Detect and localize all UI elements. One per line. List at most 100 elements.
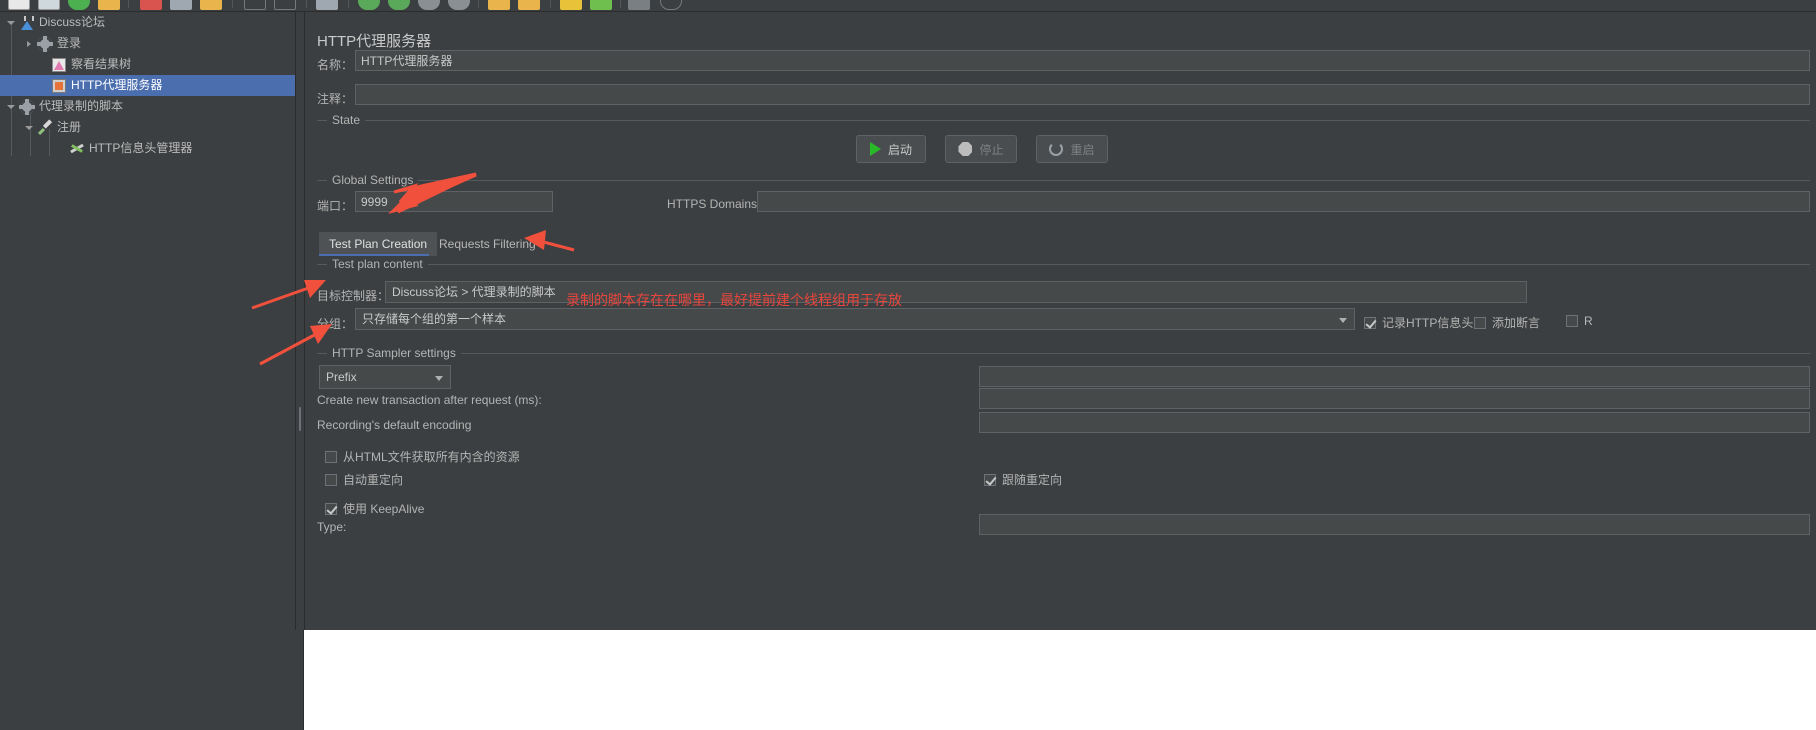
- name-input[interactable]: [355, 50, 1810, 71]
- tab-label: Test Plan Creation: [329, 237, 428, 251]
- checkbox-box[interactable]: [1474, 316, 1486, 329]
- shutdown-icon[interactable]: [448, 0, 470, 10]
- name-label: 名称：: [317, 58, 354, 72]
- checkbox-regex-matching[interactable]: R: [1566, 314, 1593, 328]
- twisty-closed-icon[interactable]: [22, 33, 36, 54]
- checkbox-box[interactable]: [1566, 315, 1578, 327]
- grouping-select[interactable]: 只存储每个组的第一个样本: [355, 308, 1355, 330]
- prefix-select-value: Prefix: [326, 370, 357, 384]
- search-icon[interactable]: [560, 0, 582, 10]
- checkbox-box[interactable]: [1364, 316, 1376, 329]
- copy-icon[interactable]: [170, 0, 192, 10]
- target-controller-value: Discuss论坛 > 代理录制的脚本: [392, 285, 556, 299]
- splitter-grip: [299, 407, 301, 431]
- template-icon[interactable]: [38, 0, 60, 10]
- cut-icon[interactable]: [140, 0, 162, 10]
- comment-input[interactable]: [355, 84, 1810, 105]
- tree-item-thread-group-recorded[interactable]: 代理录制的脚本: [0, 96, 295, 117]
- checkbox-box[interactable]: [325, 502, 337, 515]
- tab-requests-filtering[interactable]: Requests Filtering: [429, 232, 546, 256]
- tabstrip: Test Plan Creation Requests Filtering: [319, 232, 1809, 256]
- checkbox-box[interactable]: [984, 473, 996, 486]
- tab-label: Requests Filtering: [439, 237, 536, 251]
- checkbox-label: 跟随重定向: [1002, 473, 1063, 487]
- splitter-handle[interactable]: [296, 12, 304, 630]
- tree-item-header-manager[interactable]: HTTP信息头管理器: [0, 138, 295, 159]
- test-plan-content-title: Test plan content: [327, 257, 428, 271]
- checkbox-label: 添加断言: [1492, 316, 1541, 330]
- http-proxy-server-panel: HTTP代理服务器 名称： 注释： State 启动 停止 重启 Global …: [304, 12, 1816, 630]
- play-icon: [869, 142, 881, 156]
- checkbox-box[interactable]: [325, 450, 337, 463]
- reset-search-icon[interactable]: [590, 0, 612, 10]
- start-button-label: 启动: [887, 142, 912, 157]
- collapse-icon[interactable]: [274, 0, 296, 10]
- tab-test-plan-creation[interactable]: Test Plan Creation: [319, 232, 438, 256]
- port-input[interactable]: [355, 191, 553, 212]
- group-separator: [317, 264, 1810, 265]
- save-icon[interactable]: [98, 0, 120, 10]
- checkbox-capture-http-headers[interactable]: 记录HTTP信息头: [1364, 314, 1473, 331]
- port-label: 端口：: [317, 199, 354, 213]
- toolbar-separator-5: [478, 0, 479, 8]
- start-no-pause-icon[interactable]: [388, 0, 410, 10]
- tree-item-view-results-tree[interactable]: 察看结果树: [0, 54, 295, 75]
- type-input[interactable]: [979, 514, 1810, 535]
- open-icon[interactable]: [68, 0, 90, 10]
- http-proxy-server-icon: [50, 75, 68, 96]
- checkbox-use-keepalive[interactable]: 使用 KeepAlive: [325, 500, 424, 517]
- checkbox-add-assertions[interactable]: 添加断言: [1474, 314, 1540, 331]
- prefix-input[interactable]: [979, 366, 1810, 387]
- thread-group-icon: [18, 96, 36, 117]
- stop-button-label: 停止: [979, 142, 1004, 157]
- transaction-label: Create new transaction after request (ms…: [317, 393, 542, 407]
- function-helper-icon[interactable]: [628, 0, 650, 10]
- expand-icon[interactable]: [244, 0, 266, 10]
- state-group-title: State: [327, 113, 366, 127]
- tree-item-label: Discuss论坛: [39, 15, 106, 29]
- toolbar-separator-2: [232, 0, 233, 8]
- toolbar-separator: [128, 0, 129, 8]
- encoding-label: Recording's default encoding: [317, 418, 472, 432]
- help-icon[interactable]: [660, 0, 682, 10]
- checkbox-retrieve-embedded-resources[interactable]: 从HTML文件获取所有内含的资源: [325, 448, 520, 465]
- checkbox-follow-redirects[interactable]: 跟随重定向: [984, 471, 1062, 488]
- checkbox-box[interactable]: [325, 473, 337, 486]
- stop-icon[interactable]: [418, 0, 440, 10]
- test-plan-tree[interactable]: Discuss论坛 登录 察看结果树 HTTP代理服务器 代理录制的脚本 注册: [0, 12, 296, 630]
- stop-button[interactable]: 停止: [945, 135, 1017, 163]
- restart-button[interactable]: 重启: [1036, 135, 1108, 163]
- tree-item-label: 察看结果树: [71, 57, 132, 71]
- https-domains-input[interactable]: [757, 191, 1810, 212]
- group-separator: [317, 120, 1810, 121]
- new-icon[interactable]: [8, 0, 30, 10]
- encoding-input[interactable]: [979, 412, 1810, 433]
- tree-item-thread-group-login[interactable]: 登录: [0, 33, 295, 54]
- transaction-input[interactable]: [979, 388, 1810, 409]
- global-settings-title: Global Settings: [327, 173, 419, 187]
- target-controller-select[interactable]: Discuss论坛 > 代理录制的脚本: [385, 281, 1527, 303]
- tree-item-test-plan[interactable]: Discuss论坛: [0, 12, 295, 33]
- tree-item-recording-controller[interactable]: 注册: [0, 117, 295, 138]
- clear-all-icon[interactable]: [518, 0, 540, 10]
- tree-item-http-proxy-server[interactable]: HTTP代理服务器: [0, 75, 295, 96]
- prefix-select[interactable]: Prefix: [319, 365, 451, 389]
- group-separator: [317, 353, 1810, 354]
- chevron-down-icon[interactable]: [435, 376, 443, 381]
- tree-item-label: HTTP信息头管理器: [89, 141, 193, 155]
- toggle-icon[interactable]: [316, 0, 338, 10]
- jmeter-window: Discuss论坛 登录 察看结果树 HTTP代理服务器 代理录制的脚本 注册: [0, 0, 1816, 730]
- clear-icon[interactable]: [488, 0, 510, 10]
- start-icon[interactable]: [358, 0, 380, 10]
- test-plan-icon: [18, 12, 36, 33]
- twisty-open-icon[interactable]: [4, 96, 18, 117]
- comment-label: 注释：: [317, 92, 354, 106]
- start-button[interactable]: 启动: [856, 135, 926, 163]
- chevron-down-icon[interactable]: [1339, 318, 1347, 323]
- group-separator: [317, 180, 1810, 181]
- tab-active-underline: [319, 254, 429, 256]
- twisty-open-icon[interactable]: [4, 12, 18, 33]
- checkbox-auto-redirect[interactable]: 自动重定向: [325, 471, 403, 488]
- paste-icon[interactable]: [200, 0, 222, 10]
- twisty-open-icon[interactable]: [22, 117, 36, 138]
